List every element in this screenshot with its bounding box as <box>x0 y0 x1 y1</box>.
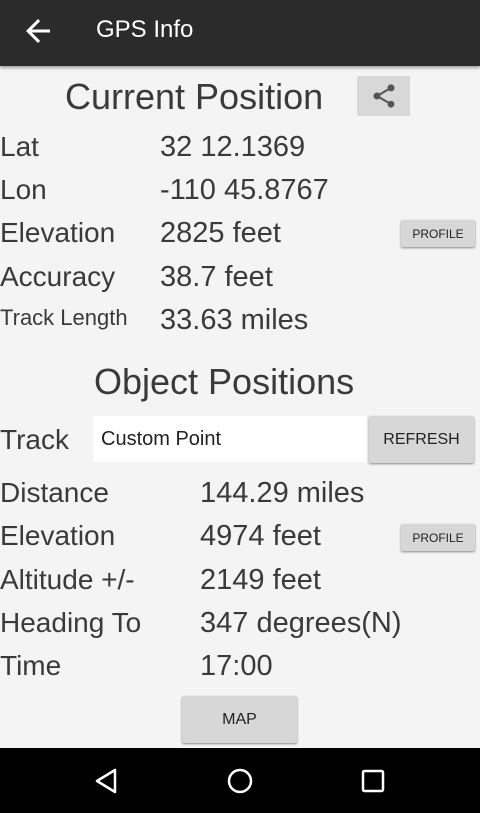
distance-label: Distance <box>0 477 109 508</box>
time-label: Time <box>0 650 62 681</box>
current-profile-button[interactable]: PROFILE <box>401 220 475 247</box>
object-profile-button[interactable]: PROFILE <box>401 524 475 551</box>
elevation-label: Elevation <box>0 217 116 248</box>
elevation-value: 2825 feet <box>160 217 281 249</box>
track-length-value: 33.63 miles <box>160 304 309 336</box>
heading-value: 347 degrees(N) <box>200 607 402 639</box>
accuracy-value: 38.7 feet <box>160 261 273 293</box>
altitude-value: 2149 feet <box>200 564 321 596</box>
current-position-title: Current Position <box>65 76 324 117</box>
back-button[interactable] <box>20 13 56 49</box>
time-value: 17:00 <box>200 650 273 682</box>
heading-label: Heading To <box>0 607 142 638</box>
accuracy-label: Accuracy <box>0 261 116 292</box>
share-icon <box>373 84 394 108</box>
nav-home-icon[interactable] <box>224 765 256 797</box>
altitude-label: Altitude +/- <box>0 564 135 595</box>
nav-back-icon[interactable] <box>91 765 123 797</box>
arrow-left-icon <box>26 19 50 43</box>
lat-label: Lat <box>0 131 39 162</box>
refresh-button[interactable]: REFRESH <box>369 416 474 463</box>
lon-label: Lon <box>0 174 47 205</box>
app-title: GPS Info <box>96 16 194 43</box>
system-nav-bar <box>0 748 480 813</box>
lat-value: 32 12.1369 <box>160 131 306 163</box>
track-length-label: Track Length <box>0 305 128 330</box>
share-button[interactable] <box>357 76 410 116</box>
track-selector[interactable]: Custom Point <box>93 416 366 462</box>
lon-value: -110 45.8767 <box>160 174 329 206</box>
app-bar: GPS Info <box>0 0 480 66</box>
map-button[interactable]: MAP <box>182 696 297 743</box>
object-elevation-value: 4974 feet <box>200 520 321 552</box>
distance-value: 144.29 miles <box>200 477 365 509</box>
object-positions-title: Object Positions <box>94 361 355 402</box>
track-label: Track <box>0 424 69 455</box>
nav-recents-icon[interactable] <box>357 765 389 797</box>
object-elevation-label: Elevation <box>0 520 116 551</box>
